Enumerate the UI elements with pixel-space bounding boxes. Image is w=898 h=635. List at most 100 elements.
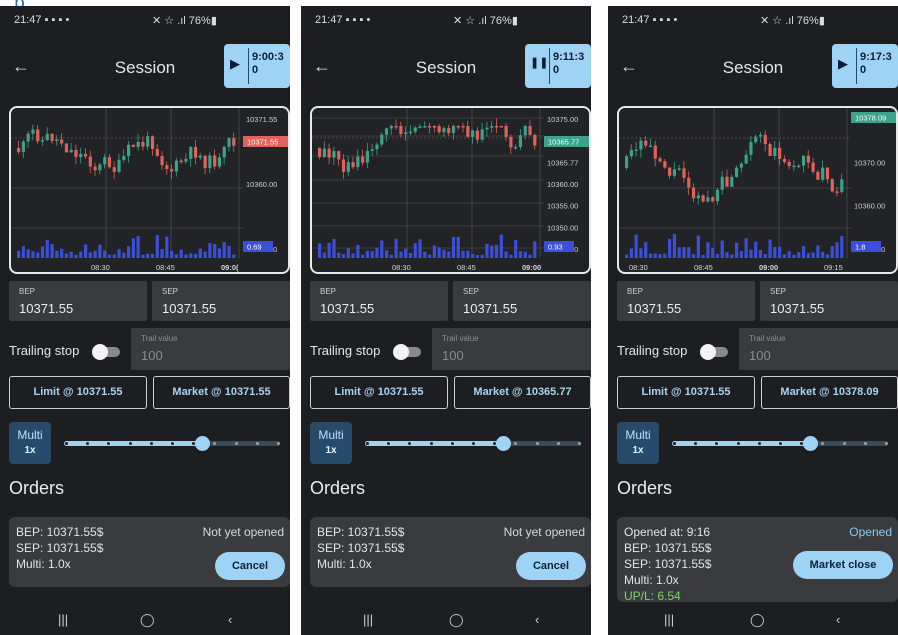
cancel-button[interactable]: Cancel (516, 552, 586, 580)
play-button[interactable]: ▶ 9:17:3 0 (832, 44, 898, 88)
market-close-button[interactable]: Market close (793, 551, 893, 579)
recents-nav-icon[interactable]: ||| (664, 612, 674, 627)
candle-body (418, 126, 422, 128)
market-button[interactable]: Market @ 10365.77 (454, 376, 591, 409)
trail-value: 100 (141, 348, 163, 363)
volume-bar (442, 249, 446, 258)
candle-body (735, 167, 739, 177)
candle-body (399, 126, 403, 135)
trail-value-field[interactable]: Trail value 100 (739, 328, 898, 370)
pause-button[interactable]: ❚❚ 9:11:3 0 (525, 44, 591, 88)
candle-body (701, 195, 705, 202)
volume-bar (370, 251, 374, 258)
volume-bar (69, 251, 73, 258)
recents-nav-icon[interactable]: ||| (58, 612, 68, 627)
candle-body (625, 156, 629, 168)
bep-label: BEP (19, 287, 36, 296)
candle-body (523, 126, 527, 136)
multi-badge[interactable]: Multi 1x (310, 422, 352, 464)
volume-bar (184, 254, 188, 258)
volume-bar (658, 254, 662, 258)
recents-nav-icon[interactable]: ||| (363, 612, 373, 627)
multi-slider[interactable] (672, 436, 888, 452)
multi-slider[interactable] (365, 436, 581, 452)
home-nav-icon[interactable]: ◯ (449, 612, 464, 628)
slider-thumb[interactable] (195, 436, 210, 451)
volume-bar (337, 252, 341, 258)
candle-body (356, 156, 360, 168)
trailing-stop-toggle[interactable] (393, 344, 421, 360)
volume-bar (36, 252, 40, 258)
candle-body (227, 138, 231, 147)
volume-bar (691, 254, 696, 258)
multi-badge[interactable]: Multi 1x (9, 422, 51, 464)
candle-body (787, 161, 791, 167)
candle-body (763, 134, 767, 145)
limit-button[interactable]: Limit @ 10371.55 (617, 376, 755, 409)
order-pnl: UP/L: 6.54 (624, 589, 681, 602)
home-nav-icon[interactable]: ◯ (140, 612, 155, 628)
home-nav-icon[interactable]: ◯ (750, 612, 765, 628)
trail-value-field[interactable]: Trail value 100 (432, 328, 591, 370)
limit-button[interactable]: Limit @ 10371.55 (9, 376, 147, 409)
trailing-stop-row: Trailing stop Trail value 100 (608, 328, 898, 370)
volume-bar (494, 244, 499, 258)
volume-bar (404, 248, 408, 258)
candlestick-chart[interactable]: 10371.5510360.0010350.0010371.550.6908:3… (9, 106, 290, 274)
volume-bar (384, 250, 389, 258)
candlestick-chart[interactable]: 10378.0910370.0010360.0010350.0010378.09… (617, 106, 898, 274)
trailing-stop-label: Trailing stop (9, 343, 80, 358)
bep-field[interactable]: BEP 10371.55 (310, 281, 448, 321)
slider-tick (107, 442, 110, 445)
candle-body (825, 167, 830, 180)
candle-body (475, 130, 480, 140)
trail-value-field[interactable]: Trail value 100 (131, 328, 290, 370)
multi-slider[interactable] (64, 436, 280, 452)
play-button[interactable]: ▶ 9:00:3 0 (224, 44, 290, 88)
trailing-stop-toggle[interactable] (92, 344, 120, 360)
back-nav-icon[interactable]: ‹ (228, 612, 232, 627)
trailing-stop-toggle[interactable] (700, 344, 728, 360)
candlestick-chart[interactable]: 10375.0010370.0010365.7710360.0010355.00… (310, 106, 591, 274)
price-axis-label: 10365.77 (547, 158, 578, 167)
back-nav-icon[interactable]: ‹ (836, 612, 840, 627)
volume-bar (170, 250, 174, 258)
sep-field[interactable]: SEP 10371.55 (152, 281, 290, 321)
volume-bar (232, 254, 236, 258)
orders-heading: Orders (9, 478, 65, 498)
volume-bar (131, 238, 135, 258)
volume-tag-label: 1.8 (855, 243, 865, 252)
sep-field[interactable]: SEP 10371.55 (760, 281, 898, 321)
candle-body (485, 127, 489, 130)
candle-body (442, 128, 446, 133)
market-button[interactable]: Market @ 10371.55 (153, 376, 290, 409)
candle-body (146, 136, 150, 147)
volume-bar (644, 242, 648, 258)
price-axis-label: 10375.00 (547, 115, 578, 124)
limit-button[interactable]: Limit @ 10371.55 (310, 376, 448, 409)
volume-bar (629, 248, 633, 258)
slider-tick (150, 442, 153, 445)
slider-tick (864, 442, 867, 445)
candle-body (375, 144, 379, 150)
multi-badge[interactable]: Multi 1x (617, 422, 659, 464)
candle-body (423, 126, 427, 128)
volume-bar (456, 237, 460, 258)
candle-body (217, 157, 222, 167)
bep-field[interactable]: BEP 10371.55 (617, 281, 755, 321)
sep-field[interactable]: SEP 10371.55 (453, 281, 591, 321)
bep-field[interactable]: BEP 10371.55 (9, 281, 147, 321)
back-nav-icon[interactable]: ‹ (535, 612, 539, 627)
slider-thumb[interactable] (803, 436, 818, 451)
sep-value: 10371.55 (463, 301, 518, 316)
price-axis-label: 10360.00 (854, 202, 885, 211)
price-tag-label: 10371.55 (247, 138, 278, 147)
volume-bar (475, 254, 480, 258)
candle-body (327, 148, 331, 158)
toggle-knob (92, 344, 108, 360)
cancel-button[interactable]: Cancel (215, 552, 285, 580)
candle-body (797, 165, 801, 168)
slider-thumb[interactable] (496, 436, 511, 451)
candle-body (122, 156, 126, 160)
market-button[interactable]: Market @ 10378.09 (761, 376, 898, 409)
